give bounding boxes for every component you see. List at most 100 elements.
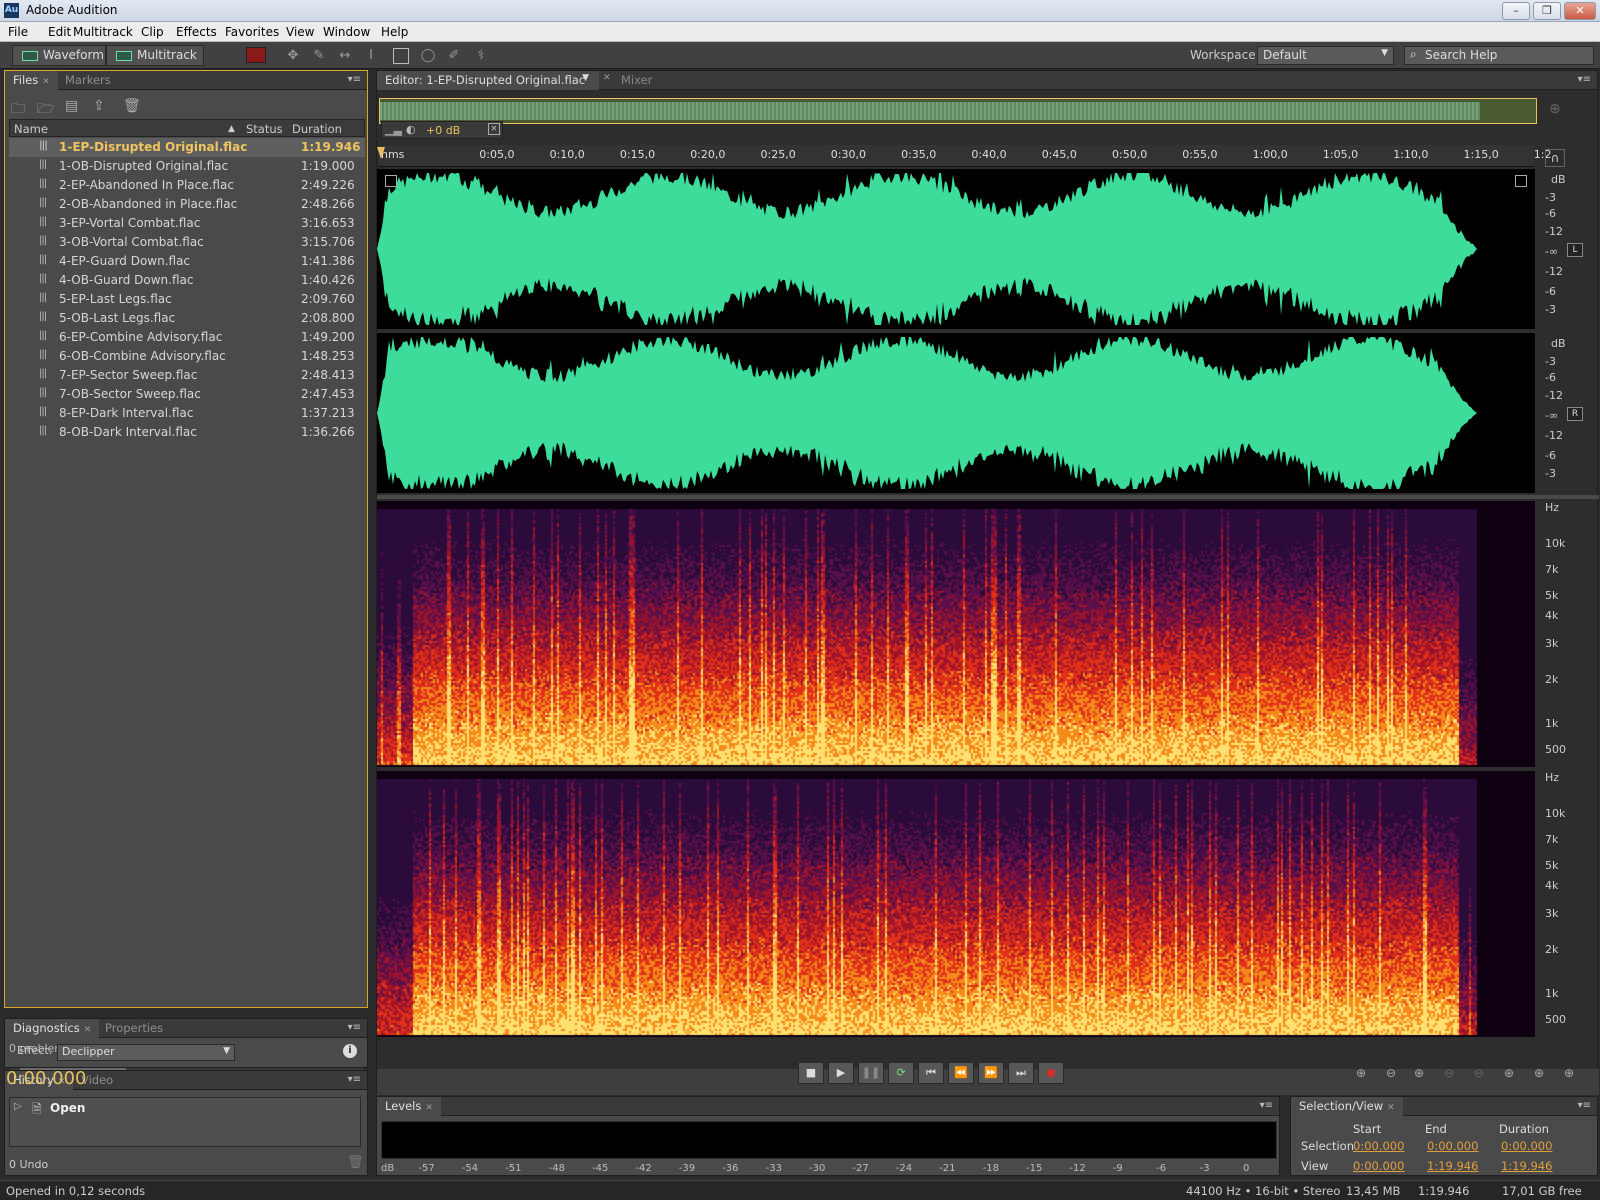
file-list-item[interactable]: ||| 2-OB-Abandoned in Place.flac 2:48.266 — [9, 195, 365, 214]
zoom-selection-icon[interactable]: ⊕ — [1504, 1066, 1514, 1080]
view-duration[interactable]: 1:19.946 — [1501, 1159, 1552, 1173]
spectrogram-left[interactable] — [377, 501, 1535, 767]
selection-end[interactable]: 0:00.000 — [1427, 1139, 1478, 1153]
close-icon[interactable]: ✕ — [603, 73, 611, 83]
delete-file-icon[interactable]: 🗑 — [123, 98, 141, 114]
zoom-out-amplitude-icon[interactable]: ⊖ — [1386, 1066, 1396, 1080]
file-list-item[interactable]: ||| 5-OB-Last Legs.flac 2:08.800 — [9, 309, 365, 328]
tab-files[interactable]: Files ✕ — [5, 71, 58, 90]
zoom-in-time-icon[interactable]: ⊕ — [1414, 1066, 1424, 1080]
spectrogram-right[interactable] — [377, 771, 1535, 1037]
maximize-button[interactable]: ❐ — [1533, 2, 1561, 20]
multitrack-mode-button[interactable]: Multitrack — [106, 45, 204, 66]
time-ruler[interactable]: hms 0:05,0 0:10,0 0:15,0 0:20,0 0:25,0 0:30,0 0… — [379, 145, 1552, 167]
menu-multitrack[interactable]: Multitrack — [73, 25, 133, 39]
tab-markers[interactable]: Markers — [57, 71, 119, 90]
panel-menu-icon[interactable]: ▾≡ — [348, 1074, 361, 1085]
column-status[interactable]: Status — [246, 122, 283, 136]
panel-menu-icon[interactable]: ▾≡ — [1578, 1100, 1591, 1111]
file-list-item[interactable]: ||| 5-EP-Last Legs.flac 2:09.760 — [9, 290, 365, 309]
info-icon[interactable]: i — [343, 1044, 357, 1058]
menu-effects[interactable]: Effects — [176, 25, 217, 39]
spectral-display-icon[interactable] — [246, 47, 266, 63]
panel-menu-icon[interactable]: ▾≡ — [348, 74, 361, 85]
file-list-item[interactable]: ||| 8-EP-Dark Interval.flac 1:37.213 — [9, 404, 365, 423]
file-list-item[interactable]: ||| 3-EP-Vortal Combat.flac 3:16.653 — [9, 214, 365, 233]
fade-in-handle-icon[interactable] — [385, 175, 397, 187]
menu-help[interactable]: Help — [381, 25, 408, 39]
zoom-out-time-icon[interactable]: ⊖ — [1444, 1066, 1454, 1080]
razor-tool-icon[interactable]: ✎ — [311, 48, 327, 64]
zoom-in-amplitude-icon[interactable]: ⊕ — [1356, 1066, 1366, 1080]
waveform-mode-button[interactable]: Waveform — [12, 45, 106, 66]
zoom-in-right-icon[interactable]: ⊕ — [1564, 1066, 1574, 1080]
file-list-item[interactable]: ||| 7-OB-Sector Sweep.flac 2:47.453 — [9, 385, 365, 404]
splitter[interactable] — [377, 495, 1599, 499]
fade-out-handle-icon[interactable] — [1515, 175, 1527, 187]
close-icon[interactable]: ✕ — [425, 1103, 433, 1113]
close-icon[interactable]: ✕ — [84, 1025, 92, 1035]
file-list-item[interactable]: ||| 4-OB-Guard Down.flac 1:40.426 — [9, 271, 365, 290]
column-duration[interactable]: Duration — [292, 122, 342, 136]
view-start[interactable]: 0:00.000 — [1353, 1159, 1404, 1173]
fast-forward-button[interactable]: ⏩ — [978, 1062, 1004, 1084]
tab-diagnostics[interactable]: Diagnostics ✕ — [5, 1019, 100, 1038]
volume-knob-icon[interactable]: ◐ — [406, 123, 416, 136]
file-list-item[interactable]: ||| 4-EP-Guard Down.flac 1:41.386 — [9, 252, 365, 271]
overview-bar[interactable] — [379, 98, 1537, 124]
menu-edit[interactable]: Edit — [48, 25, 71, 39]
menu-window[interactable]: Window — [323, 25, 370, 39]
tab-properties[interactable]: Properties — [97, 1019, 171, 1038]
spot-healing-tool-icon[interactable]: ⚕ — [473, 48, 489, 64]
marquee-tool-icon[interactable] — [393, 48, 409, 64]
zoom-icon[interactable]: ⊕ — [1549, 101, 1561, 117]
menu-view[interactable]: View — [286, 25, 314, 39]
effect-select[interactable]: Declipper ▼ — [57, 1044, 235, 1061]
play-button[interactable]: ▶ — [828, 1062, 854, 1084]
pause-button[interactable]: ❚❚ — [858, 1062, 884, 1084]
workspace-select[interactable]: Default ▼ — [1257, 46, 1394, 65]
panel-menu-icon[interactable]: ▾≡ — [1578, 74, 1591, 85]
file-list-item[interactable]: ||| 1-EP-Disrupted Original.flac 1:19.946 — [9, 138, 365, 157]
tab-selection-view[interactable]: Selection/View ✕ — [1291, 1097, 1403, 1116]
go-to-start-button[interactable]: ⏮ — [918, 1062, 944, 1084]
time-selection-tool-icon[interactable]: I — [363, 48, 379, 64]
close-icon[interactable]: ✕ — [488, 123, 500, 135]
go-to-end-button[interactable]: ⏭ — [1008, 1062, 1034, 1084]
file-list-item[interactable]: ||| 3-OB-Vortal Combat.flac 3:15.706 — [9, 233, 365, 252]
zoom-out-full-icon[interactable]: ⊖ — [1474, 1066, 1484, 1080]
waveform-channel-right[interactable] — [377, 333, 1535, 493]
file-list-item[interactable]: ||| 1-OB-Disrupted Original.flac 1:19.000 — [9, 157, 365, 176]
slip-tool-icon[interactable]: ↔ — [337, 48, 353, 64]
history-item-open[interactable]: Open — [50, 1101, 85, 1115]
close-icon[interactable]: ✕ — [1387, 1103, 1395, 1113]
file-list-item[interactable]: ||| 8-OB-Dark Interval.flac 1:36.266 — [9, 423, 365, 442]
selection-duration[interactable]: 0:00.000 — [1501, 1139, 1552, 1153]
sort-ascending-icon[interactable]: ▲ — [228, 124, 235, 134]
waveform-channel-left[interactable] — [377, 169, 1535, 329]
column-name[interactable]: Name — [14, 122, 48, 136]
close-icon[interactable]: ✕ — [42, 77, 50, 87]
menu-file[interactable]: File — [8, 25, 28, 39]
search-help-input[interactable]: ⌕ Search Help — [1404, 46, 1594, 65]
record-button[interactable]: ● — [1038, 1062, 1064, 1084]
zoom-in-left-icon[interactable]: ⊕ — [1534, 1066, 1544, 1080]
menu-favorites[interactable]: Favorites — [225, 25, 279, 39]
tab-levels[interactable]: Levels ✕ — [377, 1097, 441, 1116]
minimize-button[interactable]: – — [1502, 2, 1530, 20]
panel-menu-icon[interactable]: ▾≡ — [1260, 1100, 1273, 1111]
file-list-item[interactable]: ||| 6-OB-Combine Advisory.flac 1:48.253 — [9, 347, 365, 366]
channel-right-label[interactable]: R — [1567, 407, 1583, 421]
move-tool-icon[interactable]: ✥ — [285, 48, 301, 64]
tab-editor[interactable]: Editor: 1-EP-Disrupted Original.flac ▼ — [377, 71, 599, 90]
export-file-icon[interactable]: ⇪ — [93, 98, 105, 114]
tab-mixer[interactable]: Mixer — [613, 71, 660, 90]
menu-clip[interactable]: Clip — [141, 25, 164, 39]
file-list-item[interactable]: ||| 7-EP-Sector Sweep.flac 2:48.413 — [9, 366, 365, 385]
loop-button[interactable]: ⟳ — [888, 1062, 914, 1084]
file-list-item[interactable]: ||| 2-EP-Abandoned In Place.flac 2:49.226 — [9, 176, 365, 195]
panel-menu-icon[interactable]: ▾≡ — [348, 1022, 361, 1033]
file-list-item[interactable]: ||| 6-EP-Combine Advisory.flac 1:49.200 — [9, 328, 365, 347]
stop-button[interactable]: ■ — [798, 1062, 824, 1084]
selection-start[interactable]: 0:00.000 — [1353, 1139, 1404, 1153]
